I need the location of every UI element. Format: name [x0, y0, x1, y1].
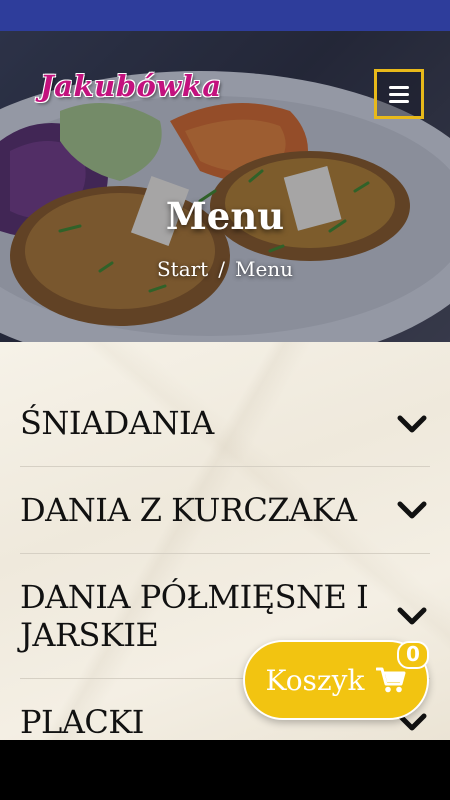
menu-category-label: PLACKI — [20, 703, 144, 740]
hamburger-icon-bar — [389, 85, 409, 89]
hamburger-icon-bar — [389, 99, 409, 103]
menu-category-label: ŚNIADANIA — [20, 404, 214, 442]
menu-toggle-button[interactable] — [374, 69, 424, 119]
menu-category-label: DANIA Z KURCZAKA — [20, 491, 357, 529]
menu-category-item[interactable]: ŚNIADANIA — [20, 382, 430, 467]
breadcrumb-current: Menu — [234, 257, 294, 281]
hamburger-icon-bar — [389, 92, 409, 96]
cart-label: Koszyk — [265, 663, 365, 697]
cart-icon — [376, 667, 406, 693]
menu-category-item[interactable]: DANIA Z KURCZAKA — [20, 467, 430, 554]
chevron-down-icon — [397, 415, 427, 433]
hero-banner: Jakubówka Menu Start / Menu — [0, 31, 450, 342]
cart-count-badge: 0 — [397, 641, 429, 669]
site-logo[interactable]: Jakubówka — [40, 69, 222, 103]
breadcrumb: Start / Menu — [0, 257, 450, 281]
chevron-down-icon — [397, 607, 427, 625]
status-bar — [0, 0, 450, 31]
breadcrumb-home-link[interactable]: Start — [157, 257, 208, 281]
page-title: Menu — [165, 194, 285, 238]
system-navigation-bar — [0, 740, 450, 800]
chevron-down-icon — [397, 501, 427, 519]
breadcrumb-separator: / — [218, 257, 225, 281]
